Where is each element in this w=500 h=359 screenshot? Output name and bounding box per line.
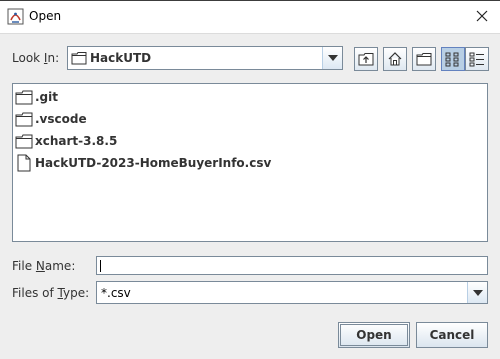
file-type-dropdown-button[interactable] — [467, 282, 487, 303]
file-type-combo[interactable]: *.csv — [96, 281, 488, 304]
file-list[interactable]: .git .vscode xchart-3.8.5 HackUTD-2023-H… — [12, 83, 488, 242]
home-button[interactable] — [383, 47, 407, 71]
details-view-icon — [469, 52, 484, 67]
cancel-button[interactable]: Cancel — [416, 322, 488, 348]
file-icon — [17, 154, 31, 172]
java-app-icon — [7, 8, 24, 25]
look-in-dropdown-button[interactable] — [322, 47, 342, 69]
open-button[interactable]: Open — [338, 322, 410, 348]
look-in-value: HackUTD — [90, 51, 152, 65]
details-view-button[interactable] — [465, 47, 489, 71]
folder-icon — [15, 134, 33, 149]
file-name-label: File Name: — [12, 259, 76, 273]
dialog-body: Look In: HackUTD .git .vscode xchart-3.8… — [0, 33, 500, 359]
window-top-edge — [0, 0, 500, 1]
folder-icon — [15, 90, 33, 105]
chevron-down-icon — [473, 290, 483, 296]
close-icon[interactable] — [472, 6, 492, 26]
folder-icon — [71, 52, 87, 65]
up-one-level-button[interactable] — [354, 47, 378, 71]
up-one-level-icon — [358, 53, 374, 66]
file-name: HackUTD-2023-HomeBuyerInfo.csv — [35, 156, 272, 170]
text-caret — [100, 260, 101, 272]
list-view-button[interactable] — [441, 47, 465, 71]
list-view-icon — [445, 52, 459, 67]
home-icon — [388, 52, 402, 66]
file-name: .vscode — [35, 112, 87, 126]
file-type-value: *.csv — [101, 286, 131, 300]
look-in-label: Look In: — [12, 51, 60, 65]
folder-icon — [15, 112, 33, 127]
new-folder-button[interactable] — [412, 47, 436, 71]
title-bar: Open — [0, 0, 500, 33]
new-folder-icon — [416, 53, 432, 66]
file-name-input[interactable] — [96, 256, 488, 275]
window-title: Open — [29, 9, 62, 23]
chevron-down-icon — [328, 55, 338, 61]
file-name: xchart-3.8.5 — [35, 134, 118, 148]
look-in-combo[interactable]: HackUTD — [67, 46, 343, 70]
file-name: .git — [35, 90, 58, 104]
file-type-label: Files of Type: — [12, 286, 90, 300]
